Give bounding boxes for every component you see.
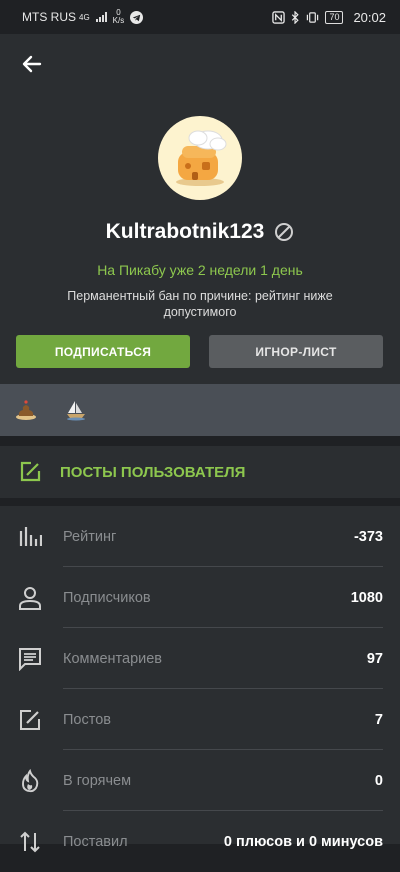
awards-bar: [0, 384, 400, 436]
stat-label: Комментариев: [63, 650, 162, 667]
stats-list: Рейтинг -373 Подписчиков 1080 Комментари…: [0, 506, 400, 852]
user-posts-label: ПОСТЫ ПОЛЬЗОВАТЕЛЯ: [60, 463, 246, 481]
subscribe-button[interactable]: ПОДПИСАТЬСЯ: [16, 335, 190, 368]
person-icon: [19, 586, 41, 610]
avatar[interactable]: [158, 116, 242, 200]
membership-duration: На Пикабу уже 2 недели 1 день: [97, 262, 303, 278]
stat-value: 1080: [350, 589, 383, 606]
stat-value: -373: [353, 528, 383, 545]
stat-label: Поставил: [63, 833, 128, 850]
stat-row-rating: Рейтинг -373: [0, 506, 400, 567]
battery-indicator: 70: [325, 10, 344, 24]
stat-row-votes: Поставил 0 плюсов и 0 минусов: [0, 811, 400, 872]
clock: 20:02: [353, 9, 386, 25]
vibrate-icon: [307, 11, 319, 23]
signal-icon: [95, 12, 107, 22]
stat-label: Подписчиков: [63, 589, 151, 606]
stat-value: 97: [366, 650, 383, 667]
user-posts-link[interactable]: ПОСТЫ ПОЛЬЗОВАТЕЛЯ: [0, 446, 400, 498]
stat-value: 7: [374, 711, 383, 728]
bluetooth-icon: [292, 10, 300, 24]
telegram-icon: [130, 10, 144, 24]
stat-row-posts[interactable]: Постов 7: [0, 689, 400, 750]
status-bar: MTS RUS 4G 0 K/s 70 20:02: [0, 0, 400, 34]
username: Kultrabotnik123: [105, 220, 265, 243]
ban-reason: Перманентный бан по причине: рейтинг ниж…: [67, 289, 333, 319]
carrier-name: MTS RUS: [22, 10, 76, 24]
stat-value: 0 плюсов и 0 минусов: [223, 833, 383, 850]
banned-icon: [275, 223, 294, 241]
rating-bars-icon: [19, 526, 42, 546]
stat-value: 0: [374, 772, 383, 789]
stat-label: Рейтинг: [63, 528, 117, 545]
network-speed: 0 K/s: [112, 8, 125, 25]
ignore-list-button[interactable]: ИГНОР-ЛИСТ: [209, 335, 383, 368]
stat-row-hot: В горячем 0: [0, 750, 400, 811]
stat-row-comments[interactable]: Комментариев 97: [0, 628, 400, 689]
nfc-icon: [272, 10, 286, 24]
back-arrow-icon[interactable]: [20, 52, 44, 76]
sort-arrows-icon: [20, 831, 40, 852]
boat-award-icon[interactable]: [64, 398, 88, 422]
stat-label: В горячем: [63, 772, 132, 789]
stat-label: Постов: [63, 711, 111, 728]
poop-cake-award-icon[interactable]: [14, 398, 38, 422]
username-row: Kultrabotnik123: [0, 220, 400, 244]
flame-icon: [22, 768, 39, 792]
profile-header: Kultrabotnik123 На Пикабу уже 2 недели 1…: [0, 34, 400, 384]
edit-icon: [20, 709, 40, 730]
network-type: 4G: [79, 12, 90, 22]
stat-row-subscribers[interactable]: Подписчиков 1080: [0, 567, 400, 628]
comment-icon: [19, 647, 41, 671]
edit-icon: [20, 461, 41, 482]
